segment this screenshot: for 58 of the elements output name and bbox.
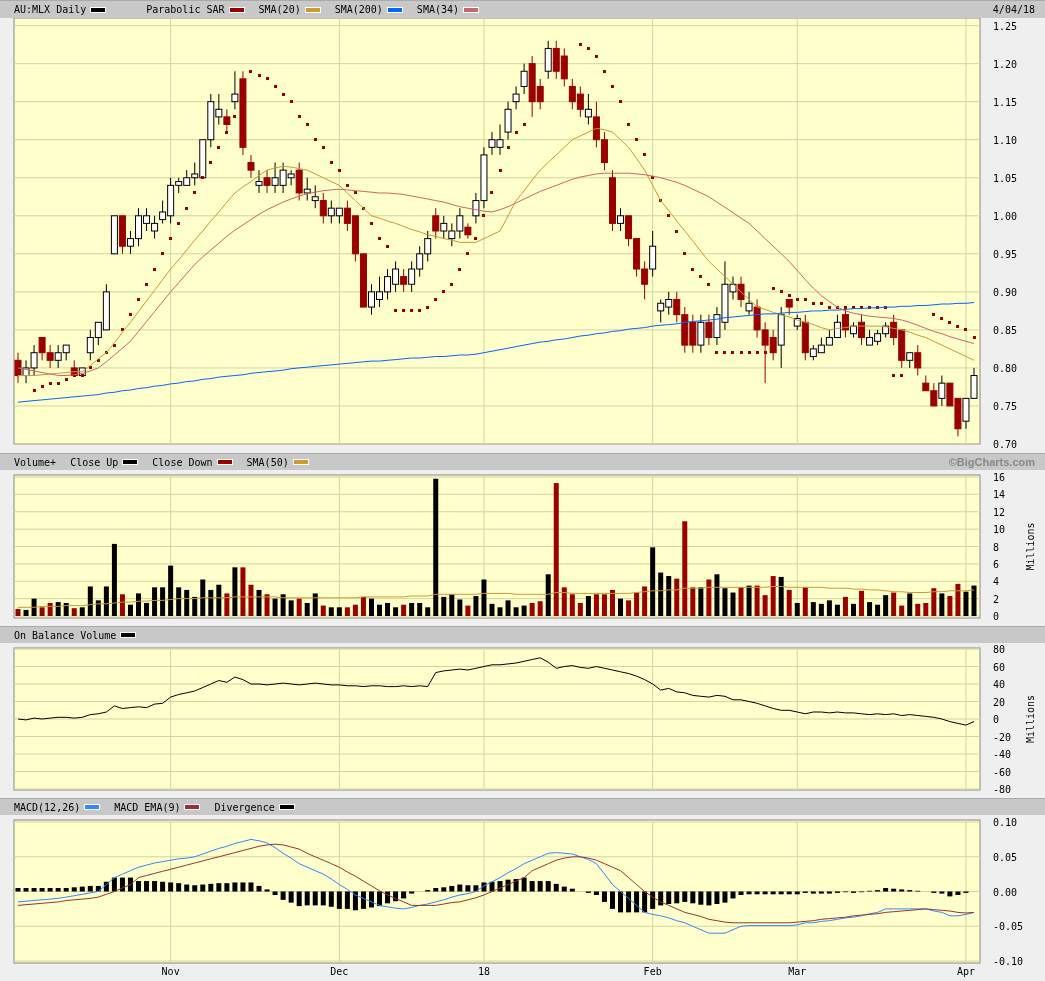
axis-label: 4	[993, 576, 1000, 588]
axis-label: -20	[993, 731, 1012, 743]
axis-label: 1.00	[993, 210, 1018, 222]
legend-label: Parabolic SAR	[146, 4, 225, 15]
axis-label: 1.10	[993, 134, 1018, 146]
axis-label: 10	[993, 524, 1006, 536]
chart-title: AU:MLX Daily	[14, 4, 87, 15]
axis-label: 0	[993, 714, 1000, 725]
axis-label: 8	[993, 541, 1000, 553]
legend-label: MACD EMA(9)	[114, 801, 181, 813]
axis-label: 80	[993, 644, 1006, 655]
axis-label: 16	[993, 472, 1006, 483]
axis-label: -60	[993, 766, 1012, 778]
axis-label: Dec	[330, 966, 349, 977]
axis-label: 60	[993, 661, 1006, 673]
legend-label: SMA(34)	[416, 4, 459, 15]
legend-label: Close Down	[152, 456, 213, 468]
chart-date: 4/04/18	[992, 4, 1035, 15]
axis-label: 2	[993, 593, 1000, 605]
axis-label: 0.75	[993, 400, 1018, 412]
axis-label: 20	[993, 696, 1006, 708]
axis-label: 0.10	[993, 817, 1018, 828]
axis-label: 40	[993, 679, 1006, 690]
axis-label: 0.90	[993, 286, 1018, 298]
axis-label: Mar	[788, 966, 807, 977]
legend-label: MACD(12,26)	[14, 801, 81, 813]
chart-title: Volume+	[14, 456, 57, 468]
axis-label: Feb	[643, 966, 662, 977]
axis-label: 12	[993, 506, 1006, 518]
axis-label: 1.15	[993, 96, 1018, 108]
axis-label: 1.05	[993, 172, 1018, 184]
axis-label: Apr	[956, 966, 975, 977]
axis-label: 0.05	[993, 851, 1018, 863]
axis-label: 1.25	[993, 20, 1018, 32]
axis-label: 0.85	[993, 324, 1018, 336]
axis-label: 0.95	[993, 248, 1018, 260]
legend-label: SMA(50)	[246, 456, 289, 468]
axis-label: 0.00	[993, 886, 1018, 898]
legend-label: SMA(20)	[258, 4, 301, 15]
credit-text: ©BigCharts.com	[948, 456, 1035, 468]
axis-label: 14	[993, 489, 1006, 501]
axis-label: 6	[993, 558, 1000, 570]
axis-title: Millions	[1025, 522, 1036, 571]
axis-label: 0.80	[993, 362, 1018, 374]
legend-label: SMA(200)	[334, 4, 383, 15]
axis-label: -0.10	[993, 956, 1024, 967]
legend-label: On Balance Volume	[14, 629, 117, 641]
axis-label: -80	[993, 784, 1012, 795]
axis-label: 0	[993, 611, 1000, 622]
axis-label: 0.70	[993, 439, 1018, 450]
axis-label: -40	[993, 749, 1012, 760]
axis-label: -0.05	[993, 921, 1024, 933]
axis-label: Nov	[161, 966, 180, 977]
legend-label: Close Up	[70, 456, 119, 468]
axis-label: 18	[477, 966, 490, 977]
axis-label: 1.20	[993, 58, 1018, 70]
axis-title: Millions	[1025, 694, 1036, 744]
legend-label: Divergence	[214, 801, 275, 813]
